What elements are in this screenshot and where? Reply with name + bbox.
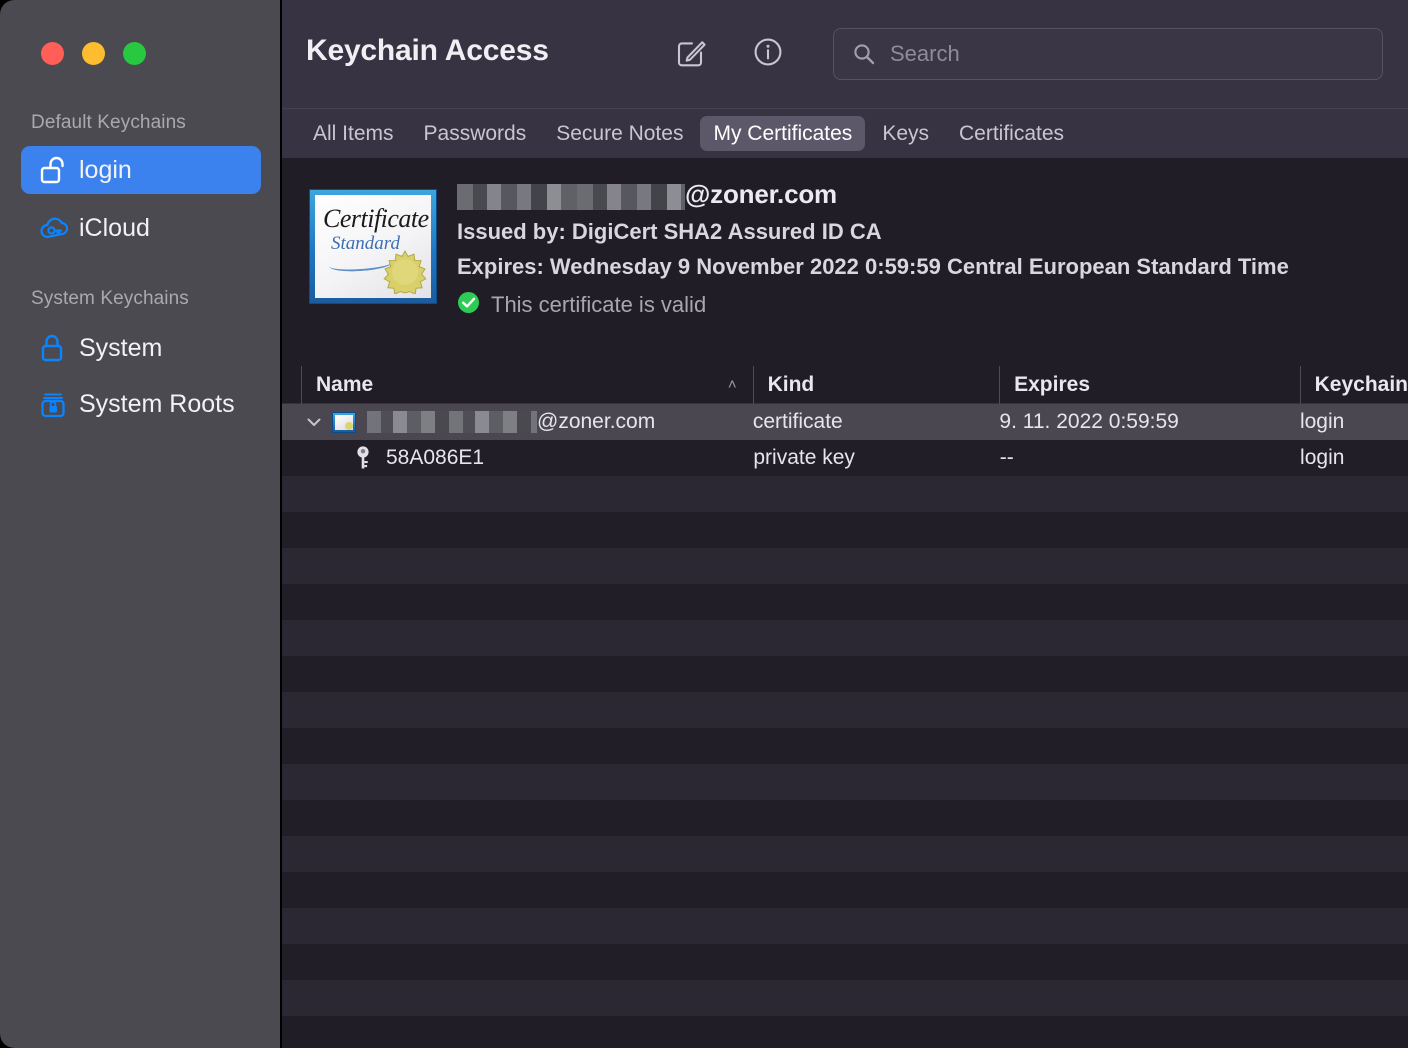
certificate-validity-text: This certificate is valid <box>491 292 706 318</box>
tab-keys[interactable]: Keys <box>869 116 942 151</box>
keychain-access-window: Default Keychains login iCloud System Ke… <box>0 0 1408 1048</box>
cell-name: @zoner.com <box>282 404 753 440</box>
table-row-empty[interactable] <box>282 980 1408 1016</box>
table-row[interactable]: 58A086E1 private key -- login <box>282 440 1408 476</box>
tab-all-items[interactable]: All Items <box>300 116 407 151</box>
sidebar-item-label: login <box>79 156 132 185</box>
compose-icon <box>674 35 708 74</box>
table-row-empty[interactable] <box>282 548 1408 584</box>
sidebar-item-login[interactable]: login <box>21 146 261 194</box>
cloud-key-icon <box>39 214 73 242</box>
tab-passwords[interactable]: Passwords <box>411 116 540 151</box>
cell-keychain: login <box>1300 404 1408 440</box>
filter-tabs: All Items Passwords Secure Notes My Cert… <box>282 108 1408 158</box>
redacted-name-block <box>367 411 537 433</box>
info-icon <box>751 35 785 74</box>
table-row-empty[interactable] <box>282 908 1408 944</box>
cell-kind: private key <box>753 440 999 476</box>
tab-my-certificates[interactable]: My Certificates <box>700 116 865 151</box>
toolbar: Keychain Access <box>282 0 1408 108</box>
table-row-empty[interactable] <box>282 512 1408 548</box>
locked-padlock-icon <box>39 332 73 364</box>
column-header-expires[interactable]: Expires <box>999 366 1300 404</box>
table-row-empty[interactable] <box>282 944 1408 980</box>
green-check-icon <box>457 291 480 319</box>
certificate-name-suffix: @zoner.com <box>685 179 837 210</box>
certificate-name-line: @zoner.com <box>457 180 1289 210</box>
unlocked-padlock-icon <box>39 154 73 186</box>
sidebar-item-label: System <box>79 334 162 363</box>
table-body: @zoner.com certificate 9. 11. 2022 0:59:… <box>282 404 1408 1016</box>
table-row-empty[interactable] <box>282 836 1408 872</box>
redacted-name-block <box>457 184 685 210</box>
table-row-empty[interactable] <box>282 728 1408 764</box>
column-header-label: Name <box>316 373 373 397</box>
cell-keychain: login <box>1300 440 1408 476</box>
sidebar-section-default-keychains: Default Keychains <box>31 112 186 134</box>
column-header-label: Expires <box>1014 373 1090 397</box>
search-field[interactable] <box>833 28 1383 80</box>
main-content: Keychain Access <box>280 0 1408 1048</box>
certificate-thumbnail-icon: Certificate Standard <box>309 189 437 304</box>
search-icon <box>852 42 876 66</box>
cell-kind: certificate <box>753 404 1000 440</box>
window-controls <box>41 42 146 65</box>
compose-button[interactable] <box>670 33 712 75</box>
certificate-validity-row: This certificate is valid <box>457 291 1289 319</box>
sidebar-item-label: iCloud <box>79 214 150 243</box>
column-header-name[interactable]: Name ˄ <box>301 366 753 404</box>
info-button[interactable] <box>747 33 789 75</box>
close-button[interactable] <box>41 42 64 65</box>
row-name-suffix: @zoner.com <box>537 410 655 434</box>
certificate-thumb-word-primary: Certificate <box>323 204 429 234</box>
certificate-detail-panel: Certificate Standard @zoner.com Issued b… <box>282 158 1408 366</box>
tab-certificates[interactable]: Certificates <box>946 116 1077 151</box>
gold-seal-icon <box>383 250 427 294</box>
table-row-empty[interactable] <box>282 476 1408 512</box>
sidebar-item-system-roots[interactable]: System Roots <box>21 380 261 428</box>
cell-name: 58A086E1 <box>282 440 753 476</box>
table-row-empty[interactable] <box>282 692 1408 728</box>
table-row-empty[interactable] <box>282 872 1408 908</box>
column-header-kind[interactable]: Kind <box>753 366 1000 404</box>
cell-expires: -- <box>1000 440 1300 476</box>
key-icon <box>350 445 376 471</box>
zoom-button[interactable] <box>123 42 146 65</box>
sidebar-item-system[interactable]: System <box>21 324 261 372</box>
certificate-expiry: Expires: Wednesday 9 November 2022 0:59:… <box>457 254 1289 280</box>
table-row-empty[interactable] <box>282 656 1408 692</box>
sort-ascending-icon: ˄ <box>728 376 737 393</box>
sidebar-section-system-keychains: System Keychains <box>31 288 189 310</box>
table-row-empty[interactable] <box>282 620 1408 656</box>
minimize-button[interactable] <box>82 42 105 65</box>
sidebar: Default Keychains login iCloud System Ke… <box>0 0 280 1048</box>
table-header-row: Name ˄ Kind Expires Keychain <box>282 366 1408 404</box>
chevron-down-icon[interactable] <box>301 413 327 431</box>
table-row-empty[interactable] <box>282 764 1408 800</box>
tab-secure-notes[interactable]: Secure Notes <box>543 116 696 151</box>
certificate-issuer: Issued by: DigiCert SHA2 Assured ID CA <box>457 219 1289 245</box>
search-input[interactable] <box>890 41 1330 67</box>
empty-rows-area <box>282 476 1408 1016</box>
sidebar-item-label: System Roots <box>79 390 235 419</box>
cell-expires: 9. 11. 2022 0:59:59 <box>999 404 1300 440</box>
table-row-empty[interactable] <box>282 584 1408 620</box>
certificate-icon <box>331 412 357 433</box>
locked-box-icon <box>39 388 73 420</box>
certificate-detail-text: @zoner.com Issued by: DigiCert SHA2 Assu… <box>457 180 1289 319</box>
table-row[interactable]: @zoner.com certificate 9. 11. 2022 0:59:… <box>282 404 1408 440</box>
table-row-empty[interactable] <box>282 800 1408 836</box>
column-header-label: Kind <box>768 373 815 397</box>
page-title: Keychain Access <box>306 34 549 68</box>
sidebar-item-icloud[interactable]: iCloud <box>21 204 261 252</box>
column-header-keychain[interactable]: Keychain <box>1300 366 1408 404</box>
row-name: 58A086E1 <box>386 446 484 470</box>
column-header-label: Keychain <box>1315 373 1408 397</box>
